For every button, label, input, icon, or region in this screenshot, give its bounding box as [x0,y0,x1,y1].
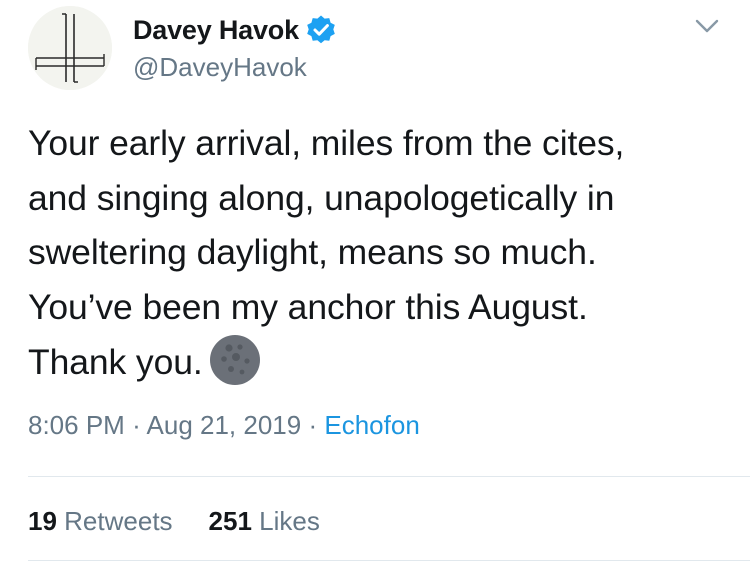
tweet-card: Davey Havok @DaveyHavok Your early arriv… [0,0,750,561]
tweet-text-line: Your early arrival, miles from the cites… [28,123,625,163]
divider [28,476,750,477]
retweets-count: 19 [28,506,57,536]
tweet-text-last-line: Thank you. [28,334,728,390]
verified-badge-icon [307,15,335,44]
new-moon-face-icon [209,335,260,385]
likes-count: 251 [208,506,252,536]
chevron-down-icon[interactable] [692,14,722,38]
tweet-stats: 19 Retweets 251 Likes [28,506,356,537]
user-handle[interactable]: @DaveyHavok [133,52,307,83]
cross-logo-icon [28,6,112,90]
tweet-text-line: and singing along, unapologetically in [28,177,615,218]
tweet-meta: 8:06 PM · Aug 21, 2019 · Echofon [28,410,420,441]
display-name[interactable]: Davey Havok [133,15,299,46]
tweet-source-link[interactable]: Echofon [324,410,419,440]
avatar[interactable] [28,6,112,90]
meta-separator: · [132,410,141,440]
tweet-time[interactable]: 8:06 PM [28,410,125,440]
meta-separator: · [308,410,318,440]
retweets-label: Retweets [64,506,173,536]
retweets-stat[interactable]: 19 Retweets [28,506,173,536]
tweet-text: Your early arrival, miles from the cites… [28,116,728,390]
likes-label: Likes [259,506,320,536]
user-name-row[interactable]: Davey Havok [133,10,337,50]
tweet-text-line: Thank you. [28,342,203,382]
tweet-text-line: You’ve been my anchor this August. [28,286,588,327]
tweet-date[interactable]: Aug 21, 2019 [147,410,302,440]
likes-stat[interactable]: 251 Likes [209,506,320,536]
tweet-text-line: sweltering daylight, means so much. [28,232,597,272]
